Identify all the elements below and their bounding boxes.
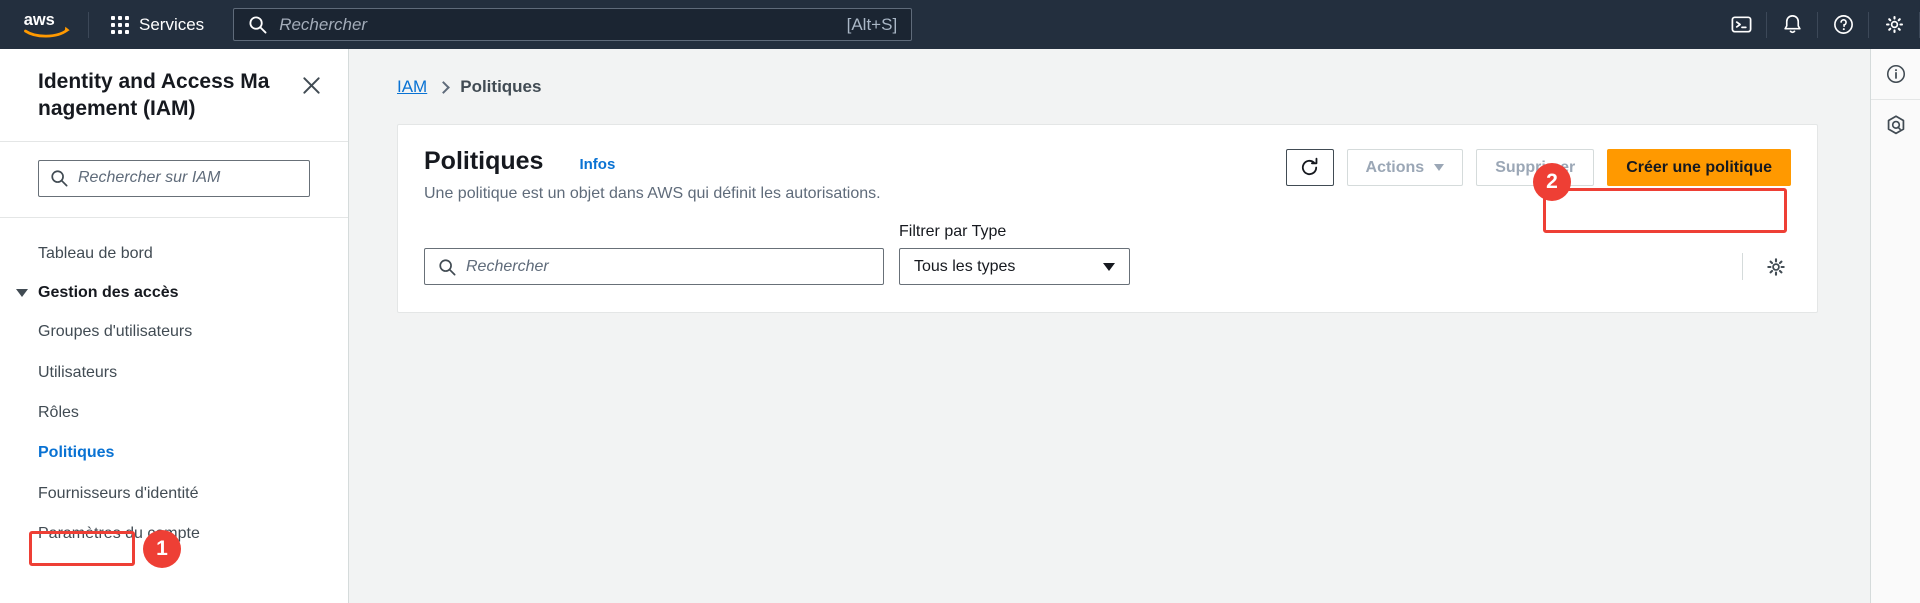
actions-label: Actions [1365,158,1425,176]
sidebar-nav: Tableau de bord Gestion des accès Groupe… [0,218,348,555]
top-nav-right-icons [1716,0,1920,49]
breadcrumb-link-iam[interactable]: IAM [397,77,427,97]
policy-search-input[interactable]: Rechercher [424,248,884,285]
sidebar-item-roles[interactable]: Rôles [0,393,348,433]
global-search-input[interactable]: Rechercher [Alt+S] [233,8,913,41]
panel-header: Politiques Infos Une politique est un ob… [398,125,1817,223]
sidebar-header: Identity and Access Management (IAM) [0,49,348,141]
sidebar-title: Identity and Access Management (IAM) [38,70,270,120]
search-icon [51,170,68,187]
sidebar-item-dashboard[interactable]: Tableau de bord [0,234,348,274]
help-question-icon[interactable] [1818,0,1868,49]
preferences-divider [1742,253,1743,280]
global-search-shortcut: [Alt+S] [846,14,898,34]
nav-divider [88,11,89,38]
cloudshell-icon[interactable] [1716,0,1766,49]
sidebar-item-users[interactable]: Utilisateurs [0,353,348,393]
refresh-icon [1301,157,1318,176]
chevron-down-icon [1434,164,1445,171]
chevron-right-icon [437,80,451,94]
actions-dropdown-button[interactable]: Actions [1346,149,1464,186]
filter-row: Rechercher Filtrer par Type Tous les typ… [398,223,1817,312]
grid-menu-icon [111,15,129,34]
refresh-button[interactable] [1285,149,1334,186]
sidebar-search-wrapper: Rechercher sur IAM [0,142,348,217]
search-icon [439,258,456,276]
panel-subtitle: Une politique est un objet dans AWS qui … [424,185,881,202]
right-rail [1870,49,1920,603]
create-policy-button[interactable]: Créer une politique [1607,149,1791,186]
sidebar-search-placeholder: Rechercher sur IAM [78,169,221,187]
settings-gear-icon[interactable] [1869,0,1919,49]
global-search-placeholder: Rechercher [279,14,368,34]
sidebar-item-policies[interactable]: Politiques [0,433,348,473]
filter-type-value: Tous les types [914,257,1016,275]
search-icon [249,16,267,34]
panel-action-buttons: Actions Supprimer Créer une politique [1285,147,1791,186]
panel-title-row: Politiques Infos [424,147,881,176]
table-preferences-gear-icon[interactable] [1761,252,1791,282]
breadcrumb: IAM Politiques [349,49,1870,97]
svg-text:aws: aws [24,11,55,29]
panel-title-column: Politiques Infos Une politique est un ob… [424,147,881,203]
info-link[interactable]: Infos [579,156,615,173]
services-menu-button[interactable]: Services [103,9,212,41]
policies-panel: Politiques Infos Une politique est un ob… [397,124,1818,313]
sidebar-item-user-groups[interactable]: Groupes d'utilisateurs [0,312,348,352]
preferences-wrapper [1742,248,1791,285]
aws-logo[interactable]: aws [22,9,74,41]
top-navigation-bar: aws Services Rechercher [Alt+S] [0,0,1920,49]
breadcrumb-current: Politiques [460,77,542,96]
policy-search-placeholder: Rechercher [466,257,549,275]
main-content: IAM Politiques Politiques Infos Une poli… [349,49,1870,603]
sidebar-group-access-management[interactable]: Gestion des accès [0,274,348,312]
sidebar-item-account-settings[interactable]: Paramètres du compte [0,514,348,554]
filter-type-label: Filtrer par Type [899,223,1007,240]
close-sidebar-icon[interactable] [297,71,326,105]
filter-type-select[interactable]: Tous les types [899,248,1130,285]
page-body: Identity and Access Management (IAM) Rec… [0,49,1920,603]
iam-sidebar: Identity and Access Management (IAM) Rec… [0,49,349,603]
sidebar-item-identity-providers[interactable]: Fournisseurs d'identité [0,474,348,514]
chevron-down-icon [1103,262,1115,271]
services-label: Services [139,14,205,34]
sidebar-search-input[interactable]: Rechercher sur IAM [38,159,310,197]
notifications-bell-icon[interactable] [1767,0,1817,49]
amazon-q-hex-icon[interactable] [1871,100,1920,150]
sidebar-item-policies-label: Politiques [38,444,115,462]
chevron-down-icon [16,289,28,298]
info-circle-icon[interactable] [1871,49,1920,99]
delete-button[interactable]: Supprimer [1476,149,1595,186]
filter-type-column: Filtrer par Type Tous les types [899,223,1130,285]
sidebar-group-label: Gestion des accès [38,284,179,302]
page-title: Politiques [424,147,544,175]
